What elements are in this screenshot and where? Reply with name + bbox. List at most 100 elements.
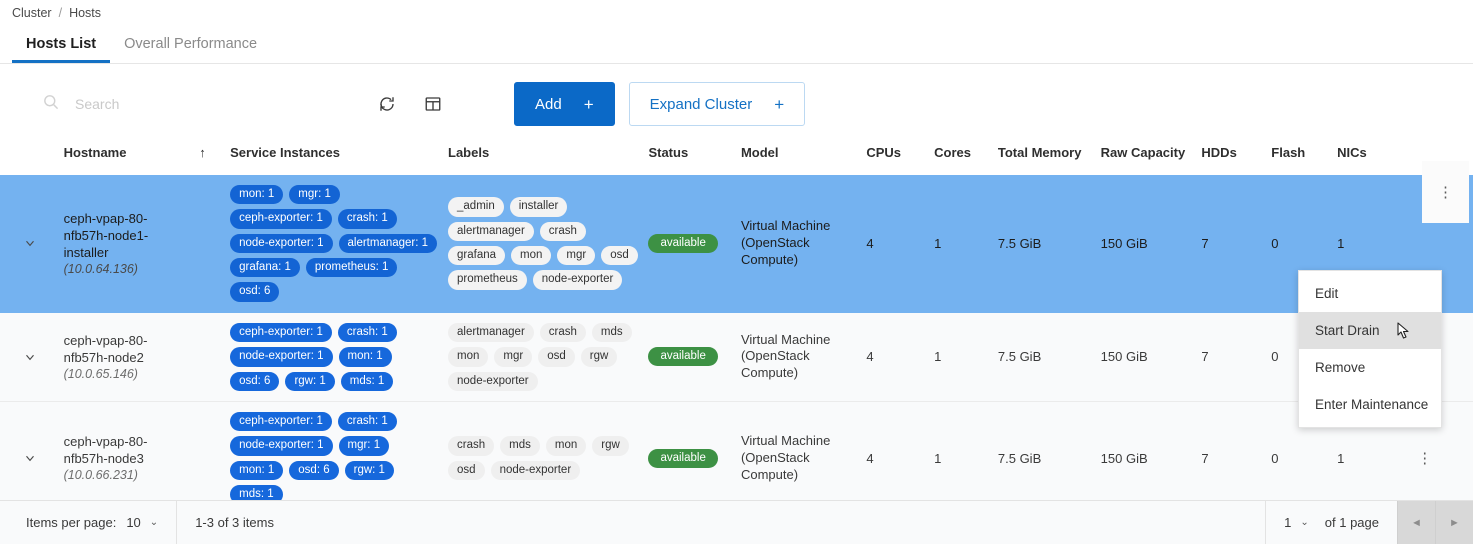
label-chip[interactable]: osd [538, 347, 575, 367]
context-menu-item-enter-maintenance[interactable]: Enter Maintenance [1299, 386, 1441, 423]
expand-cluster-button[interactable]: Expand Cluster + [628, 82, 806, 126]
label-chip[interactable]: rgw [580, 347, 618, 367]
label-chip[interactable]: alertmanager [448, 221, 534, 241]
context-menu-item-remove[interactable]: Remove [1299, 349, 1441, 386]
service-chip[interactable]: node-exporter: 1 [230, 347, 333, 367]
label-chip[interactable]: _admin [448, 197, 504, 217]
label-chip[interactable]: alertmanager [448, 322, 534, 343]
label-chip[interactable]: mon [511, 245, 552, 266]
column-header-total-memory[interactable]: Total Memory [994, 140, 1097, 175]
prev-page-button[interactable]: ◄ [1397, 501, 1435, 544]
service-chip[interactable]: mgr: 1 [289, 184, 340, 205]
service-chip[interactable]: crash: 1 [337, 322, 397, 343]
service-chip[interactable]: mon: 1 [230, 460, 284, 481]
label-chip[interactable]: mgr [494, 347, 533, 367]
service-chip[interactable]: ceph-exporter: 1 [230, 322, 332, 343]
table-settings-icon[interactable] [416, 87, 450, 121]
context-menu-item-edit[interactable]: Edit [1299, 275, 1441, 312]
label-chip[interactable]: node-exporter [532, 270, 623, 290]
service-chip[interactable]: ceph-exporter: 1 [230, 209, 332, 229]
label-chip[interactable]: crash [539, 322, 586, 343]
service-chip[interactable]: rgw: 1 [285, 371, 335, 391]
label-chip[interactable]: osd [601, 245, 638, 266]
total-memory-cell: 7.5 GiB [993, 312, 1097, 402]
column-header-service-instances[interactable]: Service Instances [226, 140, 444, 175]
tab-hosts-list[interactable]: Hosts List [12, 36, 111, 63]
page-control[interactable]: 1 ⌄ of 1 page [1265, 501, 1397, 544]
breadcrumb-item-hosts[interactable]: Hosts [69, 6, 101, 20]
hostname-text: ceph-vpap-80-nfb57h-node3 [63, 434, 148, 467]
service-chip[interactable]: ceph-exporter: 1 [230, 411, 332, 432]
column-header-hdds[interactable]: HDDs [1197, 140, 1267, 175]
service-chip[interactable]: node-exporter: 1 [230, 233, 333, 254]
label-chip[interactable]: crash [539, 221, 586, 241]
column-header-labels[interactable]: Labels [444, 140, 644, 175]
label-chip[interactable]: mds [591, 322, 632, 343]
service-chip[interactable]: osd: 6 [230, 371, 280, 391]
column-header-status[interactable]: Status [644, 140, 737, 175]
label-chip[interactable]: mon [545, 436, 587, 456]
service-chip[interactable]: osd: 6 [289, 460, 339, 481]
search-input[interactable] [73, 95, 323, 113]
column-header-nics[interactable]: NICs [1333, 140, 1413, 175]
hosts-page: Cluster / Hosts Hosts List Overall Perfo… [0, 0, 1473, 544]
label-chip[interactable]: prometheus [448, 270, 527, 290]
label-chip[interactable]: crash [448, 436, 495, 456]
service-chip[interactable]: rgw: 1 [344, 460, 394, 481]
row-expand-cell[interactable] [0, 174, 60, 313]
search-box[interactable] [12, 93, 352, 115]
service-chip[interactable]: osd: 6 [230, 282, 280, 302]
context-menu-item-start-drain[interactable]: Start Drain [1299, 312, 1441, 349]
page-select[interactable]: 1 ⌄ [1284, 515, 1309, 530]
service-chip[interactable]: prometheus: 1 [305, 258, 398, 278]
sort-arrow-up-icon[interactable]: ↑ [195, 140, 226, 175]
breadcrumb-item-cluster[interactable]: Cluster [12, 6, 52, 20]
label-chip[interactable]: mds [500, 436, 540, 456]
service-chip[interactable]: mds: 1 [340, 371, 394, 391]
refresh-icon[interactable] [370, 87, 404, 121]
service-chip[interactable]: mon: 1 [230, 184, 284, 205]
column-header-model[interactable]: Model [737, 140, 862, 175]
row-context-menu[interactable]: Edit Start Drain Remove Enter Maintenance [1298, 270, 1442, 428]
chevron-down-icon[interactable] [4, 451, 56, 465]
service-chip[interactable]: mgr: 1 [338, 436, 390, 456]
row-expand-cell[interactable] [0, 312, 60, 402]
service-instances-cell: ceph-exporter: 1 crash: 1 node-exporter: 1… [226, 312, 445, 402]
chevron-down-icon[interactable] [4, 350, 56, 364]
service-chip[interactable]: grafana: 1 [230, 258, 300, 278]
column-header-raw-capacity[interactable]: Raw Capacity [1097, 140, 1198, 175]
column-header-hostname[interactable]: Hostname [60, 140, 196, 175]
label-chip[interactable]: node-exporter [490, 460, 581, 481]
label-chip[interactable]: mon [448, 347, 489, 367]
tab-overall-performance[interactable]: Overall Performance [110, 36, 271, 64]
label-chip[interactable]: rgw [592, 436, 629, 456]
label-chip[interactable]: grafana [448, 245, 506, 266]
row-actions-menu-icon[interactable]: ⋮ [1417, 450, 1432, 467]
chevron-down-icon[interactable] [4, 236, 56, 250]
service-chip[interactable]: crash: 1 [337, 209, 397, 229]
next-page-button[interactable]: ► [1435, 501, 1473, 544]
table-row[interactable]: ceph-vpap-80-nfb57h-node1-installer (10.… [0, 160, 1473, 313]
items-per-page-control[interactable]: Items per page: 10 ⌄ [0, 501, 176, 544]
label-chip[interactable]: node-exporter [448, 371, 538, 391]
service-chip[interactable]: mon: 1 [338, 347, 392, 367]
service-chip[interactable]: node-exporter: 1 [230, 436, 333, 456]
items-per-page-select[interactable]: 10 ⌄ [126, 515, 158, 530]
column-header-cpus[interactable]: CPUs [862, 140, 930, 175]
table-row[interactable]: ceph-vpap-80-nfb57h-node3 (10.0.66.231) … [0, 401, 1473, 516]
service-chip[interactable]: crash: 1 [337, 411, 397, 432]
row-actions-menu-icon[interactable]: ⋮ [1438, 183, 1453, 201]
hostname-cell: ceph-vpap-80-nfb57h-node3 (10.0.66.231) [59, 401, 196, 516]
status-badge: available [648, 448, 718, 468]
table-row[interactable]: ceph-vpap-80-nfb57h-node2 (10.0.65.146) … [0, 312, 1473, 402]
add-button-label: Add [535, 95, 562, 113]
service-chip[interactable]: alertmanager: 1 [338, 233, 438, 254]
row-expand-cell[interactable] [0, 401, 60, 516]
label-chip[interactable]: mgr [557, 245, 596, 266]
column-header-flash[interactable]: Flash [1267, 140, 1333, 175]
label-chip[interactable]: installer [509, 197, 568, 217]
label-chip[interactable]: osd [448, 460, 485, 481]
search-icon [42, 93, 59, 115]
add-button[interactable]: Add + [514, 82, 615, 126]
column-header-cores[interactable]: Cores [930, 140, 994, 175]
